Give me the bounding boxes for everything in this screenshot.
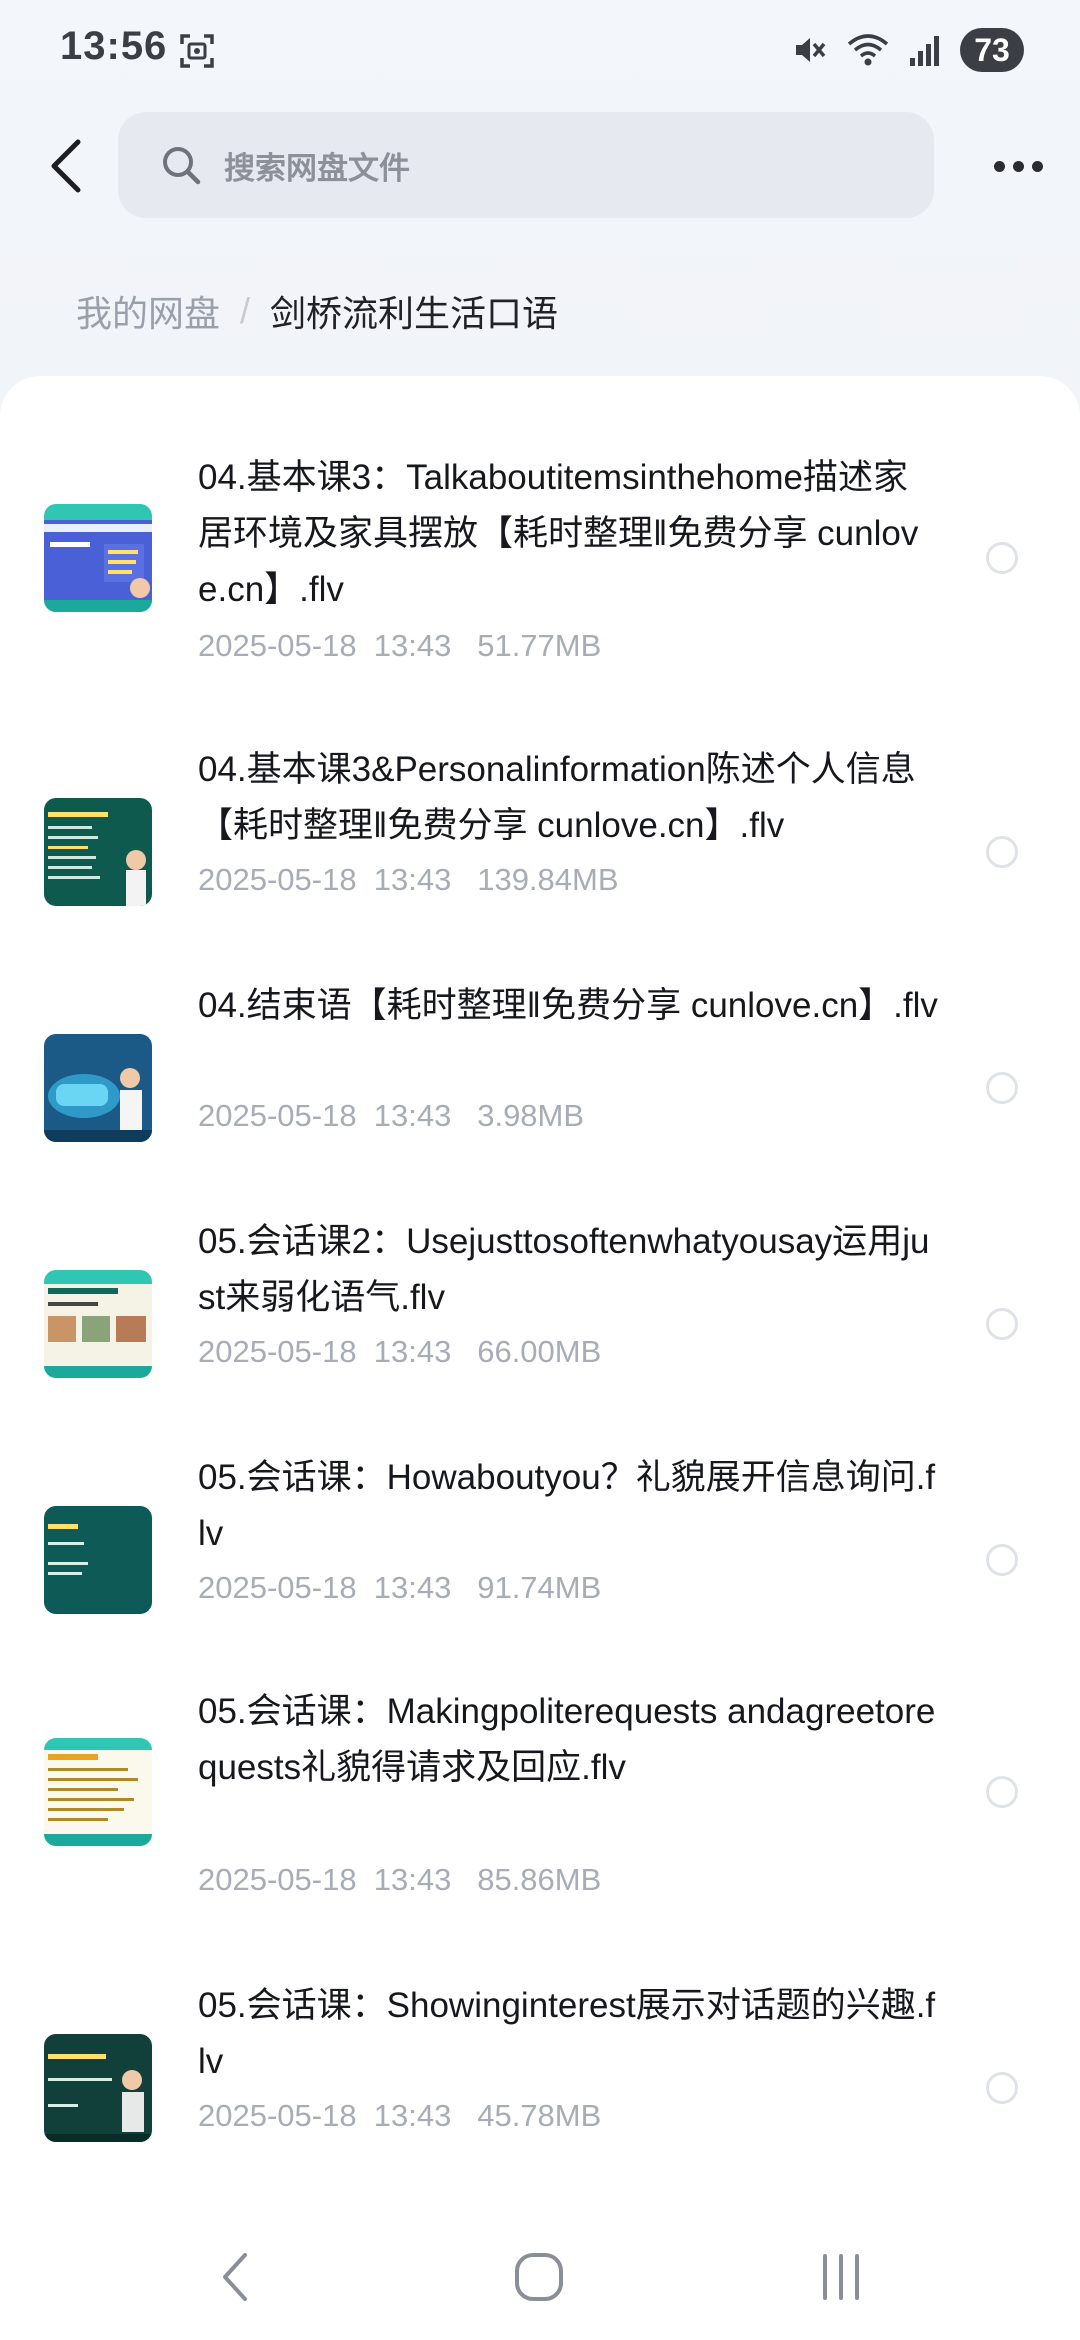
- breadcrumb-current: 剑桥流利生活口语: [270, 293, 559, 334]
- file-name: 05.会话课：Makingpoliterequests andagreetore…: [198, 1692, 936, 1787]
- status-time: 13:56: [60, 24, 168, 68]
- list-item[interactable]: 04.基本课3&Personalinformation陈述个人信息【耗时整理‖免…: [0, 666, 1080, 906]
- file-name: 04.结束语【耗时整理‖免费分享 cunlove.cn】.flv: [198, 986, 938, 1025]
- video-thumbnail: [44, 1738, 152, 1846]
- nav-home-icon: [515, 2253, 563, 2301]
- file-name: 05.会话课：Howaboutyou？礼貌展开信息询问.flv: [198, 1458, 936, 1553]
- file-meta: 2025-05-18 13:43 139.84MB: [198, 862, 619, 897]
- search-input[interactable]: 搜索网盘文件: [118, 112, 934, 218]
- status-bar: 13:56 73: [0, 0, 1080, 100]
- video-thumbnail: [44, 504, 152, 612]
- back-button[interactable]: [34, 126, 98, 206]
- video-thumbnail: [44, 2034, 152, 2142]
- file-meta: 2025-05-18 13:43 3.98MB: [198, 1098, 585, 1133]
- status-icons: 73: [792, 26, 1024, 74]
- file-browser-screen: 13:56 73 搜索网盘文件 我的网盘 / 剑桥流利生活口语 04.基本课3：…: [0, 0, 1080, 2340]
- file-name: 05.会话课2：Usejusttosoftenwhatyousay运用just来…: [198, 1222, 930, 1317]
- list-item[interactable]: 05.会话课：Makingpoliterequests andagreetore…: [0, 1610, 1080, 1902]
- select-checkbox[interactable]: [986, 1072, 1018, 1104]
- breadcrumb: 我的网盘 / 剑桥流利生活口语: [76, 285, 558, 337]
- breadcrumb-root-link[interactable]: 我的网盘: [76, 285, 220, 337]
- file-name: 04.基本课3：Talkaboutitemsinthehome描述家居环境及家具…: [198, 458, 919, 609]
- select-checkbox[interactable]: [986, 542, 1018, 574]
- more-options-button[interactable]: [982, 136, 1054, 196]
- file-meta: 2025-05-18 13:43 66.00MB: [198, 1334, 602, 1369]
- signal-icon: [910, 36, 939, 66]
- list-item[interactable]: 04.结束语【耗时整理‖免费分享 cunlove.cn】.flv 2025-05…: [0, 902, 1080, 1142]
- video-thumbnail: [44, 798, 152, 906]
- wifi-icon: [847, 34, 889, 66]
- list-item[interactable]: 05.会话课2：Usejusttosoftenwhatyousay运用just来…: [0, 1138, 1080, 1378]
- breadcrumb-separator: /: [240, 290, 251, 331]
- back-arrow-icon: [51, 139, 81, 193]
- search-placeholder: 搜索网盘文件: [224, 150, 410, 186]
- file-meta: 2025-05-18 13:43 51.77MB: [198, 628, 602, 663]
- list-item[interactable]: 04.基本课3：Talkaboutitemsinthehome描述家居环境及家具…: [0, 376, 1080, 666]
- video-thumbnail: [44, 1506, 152, 1614]
- select-checkbox[interactable]: [986, 1544, 1018, 1576]
- select-checkbox[interactable]: [986, 1308, 1018, 1340]
- nav-recents-button[interactable]: [796, 2242, 886, 2312]
- select-checkbox[interactable]: [986, 1776, 1018, 1808]
- list-item[interactable]: 05.会话课：Howaboutyou？礼貌展开信息询问.flv 2025-05-…: [0, 1374, 1080, 1614]
- video-thumbnail: [44, 1270, 152, 1378]
- system-nav-bar: [0, 2206, 1080, 2340]
- nav-recents-icon: [823, 2254, 859, 2300]
- file-list: 04.基本课3：Talkaboutitemsinthehome描述家居环境及家具…: [0, 376, 1080, 2206]
- nav-back-icon: [223, 2253, 247, 2301]
- select-checkbox[interactable]: [986, 836, 1018, 868]
- file-name: 04.基本课3&Personalinformation陈述个人信息【耗时整理‖免…: [198, 750, 916, 845]
- file-meta: 2025-05-18 13:43 45.78MB: [198, 2098, 602, 2133]
- select-checkbox[interactable]: [986, 2072, 1018, 2104]
- battery-badge: 73: [960, 28, 1024, 72]
- nav-back-button[interactable]: [190, 2242, 280, 2312]
- file-meta: 2025-05-18 13:43 91.74MB: [198, 1570, 602, 1605]
- video-thumbnail: [44, 1034, 152, 1142]
- mute-icon: [796, 38, 826, 62]
- file-meta: 2025-05-18 13:43 85.86MB: [198, 1862, 602, 1897]
- search-icon: [163, 147, 201, 185]
- screenshot-icon: [178, 32, 216, 70]
- more-dots-icon: [993, 160, 1005, 172]
- list-item[interactable]: 05.会话课：Showinginterest展示对话题的兴趣.flv 2025-…: [0, 1902, 1080, 2142]
- file-name: 05.会话课：Showinginterest展示对话题的兴趣.flv: [198, 1986, 936, 2081]
- nav-home-button[interactable]: [494, 2242, 584, 2312]
